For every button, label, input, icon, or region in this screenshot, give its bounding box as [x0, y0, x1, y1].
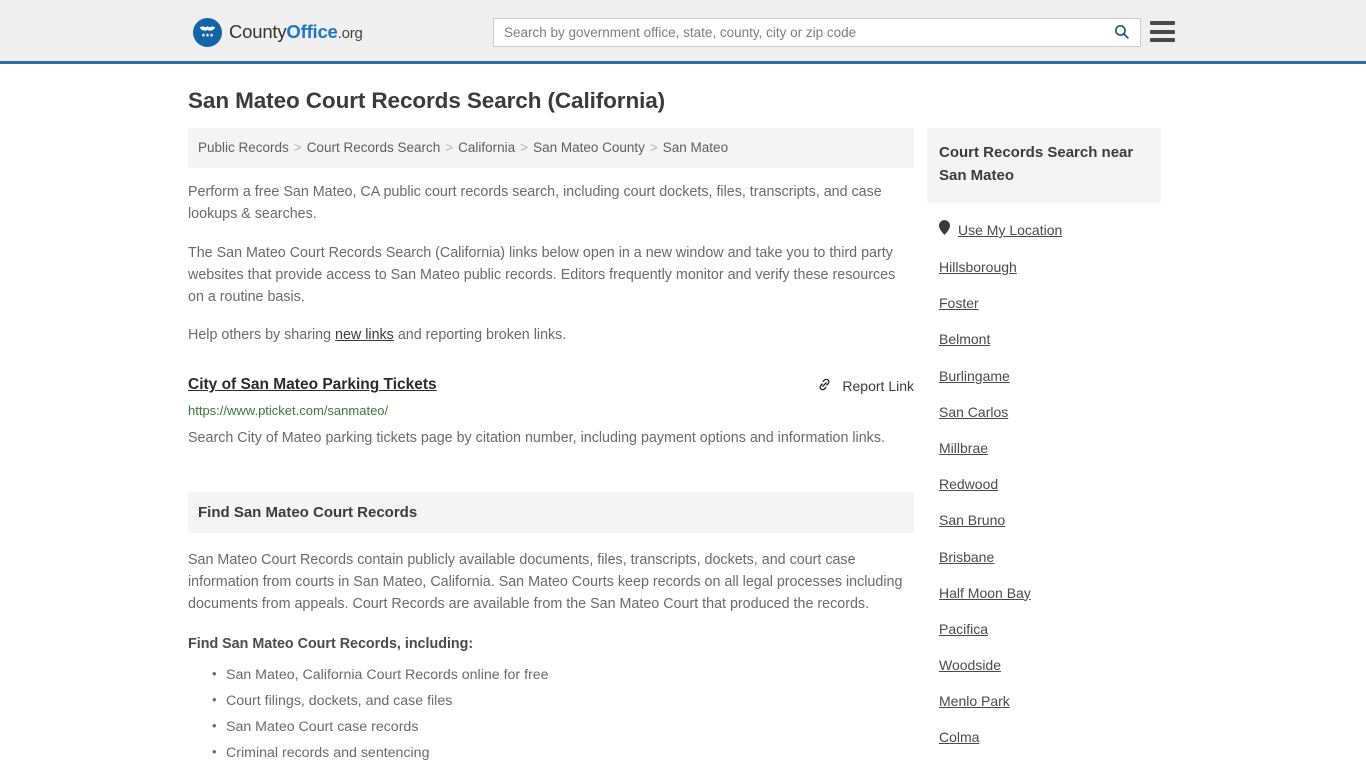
eagle-seal-logo-icon	[193, 18, 222, 47]
section-paragraph: San Mateo Court Records contain publicly…	[188, 552, 903, 612]
intro-paragraph-2: The San Mateo Court Records Search (Cali…	[188, 244, 896, 305]
sidebar-item-millbrae[interactable]: Millbrae	[939, 429, 1149, 465]
intro-paragraph-3-after: and reporting broken links.	[393, 327, 567, 344]
breadcrumb: Public Records > Court Records Search > Cali…	[188, 128, 914, 169]
section-list-heading: Find San Mateo Court Records, including:	[188, 635, 474, 652]
intro-paragraph-1: Perform a free San Mateo, CA public cour…	[188, 184, 882, 223]
breadcrumb-item-public-records[interactable]: Public Records	[198, 140, 289, 155]
breadcrumb-item-san-mateo[interactable]: San Mateo	[663, 140, 728, 155]
find-records-section: Find San Mateo Court Records San Mateo C…	[188, 492, 914, 768]
report-link-button[interactable]: Report Link	[816, 375, 914, 396]
sidebar-item-half-moon-bay[interactable]: Half Moon Bay	[939, 574, 1149, 610]
hamburger-bar	[1150, 21, 1175, 25]
hamburger-menu-icon[interactable]	[1150, 21, 1175, 42]
sidebar-item-brisbane[interactable]: Brisbane	[939, 538, 1149, 574]
sidebar-item-san-bruno[interactable]: San Bruno	[939, 501, 1149, 537]
search-button[interactable]	[1102, 19, 1140, 46]
list-item: San Mateo, California Court Records onli…	[212, 665, 914, 691]
sidebar-item-hillsborough[interactable]: Hillsborough	[939, 248, 1149, 284]
sidebar-item-burlingame[interactable]: Burlingame	[939, 357, 1149, 393]
new-links-link[interactable]: new links	[335, 327, 394, 343]
map-pin-icon	[939, 220, 950, 240]
brand-part-county: County	[229, 21, 287, 43]
page-body: San Mateo Court Records Search (Californ…	[0, 64, 1366, 768]
sidebar-item-woodside[interactable]: Woodside	[939, 646, 1149, 682]
sidebar: Court Records Search near San Mateo Use …	[927, 128, 1161, 768]
search-result-item: City of San Mateo Parking Tickets Report…	[188, 364, 914, 449]
result-title-link[interactable]: City of San Mateo Parking Tickets	[188, 375, 437, 395]
breadcrumb-separator: >	[293, 140, 302, 155]
breadcrumb-item-court-records-search[interactable]: Court Records Search	[307, 140, 441, 155]
result-description: Search City of Mateo parking tickets pag…	[188, 430, 885, 447]
breadcrumb-item-san-mateo-county[interactable]: San Mateo County	[533, 140, 645, 155]
hamburger-bar	[1150, 29, 1175, 34]
list-item: San Mateo Court case records	[212, 717, 914, 743]
sidebar-item-colma[interactable]: Colma	[939, 718, 1149, 754]
intro-text-block: Perform a free San Mateo, CA public cour…	[188, 168, 914, 347]
search-input[interactable]	[494, 19, 1102, 46]
breadcrumb-separator: >	[649, 140, 658, 155]
brand-part-org: .org	[337, 25, 363, 43]
sidebar-item-redwood[interactable]: Redwood	[939, 465, 1149, 501]
sidebar-item-menlo-park[interactable]: Menlo Park	[939, 682, 1149, 718]
use-my-location-link[interactable]: Use My Location	[958, 222, 1062, 238]
broken-link-icon	[816, 376, 833, 396]
list-item: Criminal records and sentencing	[212, 743, 914, 768]
use-my-location-row[interactable]: Use My Location	[939, 203, 1149, 248]
two-column-layout: Public Records > Court Records Search > Cali…	[188, 128, 1178, 768]
intro-paragraph-3: Help others by sharing new links and rep…	[188, 325, 914, 347]
breadcrumb-separator: >	[520, 140, 529, 155]
section-list: San Mateo, California Court Records onli…	[188, 665, 914, 768]
brand-wordmark: CountyOffice.org	[229, 23, 363, 42]
brand-part-office: Office	[286, 21, 338, 43]
sidebar-heading: Court Records Search near San Mateo	[927, 128, 1161, 203]
list-item: Court filings, dockets, and case files	[212, 691, 914, 717]
content-container: San Mateo Court Records Search (Californ…	[188, 64, 1178, 768]
section-heading: Find San Mateo Court Records	[188, 492, 914, 534]
sidebar-item-pacifica[interactable]: Pacifica	[939, 610, 1149, 646]
main-column: Public Records > Court Records Search > Cali…	[188, 128, 914, 768]
site-header: CountyOffice.org	[0, 0, 1366, 64]
result-url-link[interactable]: https://www.pticket.com/sanmateo/	[188, 403, 914, 420]
breadcrumb-separator: >	[445, 140, 454, 155]
sidebar-item-san-carlos[interactable]: San Carlos	[939, 393, 1149, 429]
sidebar-item-foster[interactable]: Foster	[939, 284, 1149, 320]
page-title: San Mateo Court Records Search (Californ…	[188, 88, 666, 113]
intro-paragraph-3-before: Help others by sharing	[188, 327, 336, 344]
breadcrumb-item-california[interactable]: California	[458, 140, 515, 155]
section-body: San Mateo Court Records contain publicly…	[188, 533, 914, 768]
search-bar	[493, 18, 1141, 47]
hamburger-bar	[1150, 38, 1175, 42]
report-link-label: Report Link	[842, 378, 914, 395]
sidebar-item-belmont[interactable]: Belmont	[939, 320, 1149, 356]
sidebar-link-list: Use My Location Hillsborough Foster Belm…	[927, 203, 1161, 768]
search-icon	[1113, 23, 1130, 43]
site-logo-link[interactable]: CountyOffice.org	[193, 18, 363, 47]
result-header-row: City of San Mateo Parking Tickets Report…	[188, 375, 914, 396]
sidebar-item-daly[interactable]: Daly	[939, 755, 1149, 768]
